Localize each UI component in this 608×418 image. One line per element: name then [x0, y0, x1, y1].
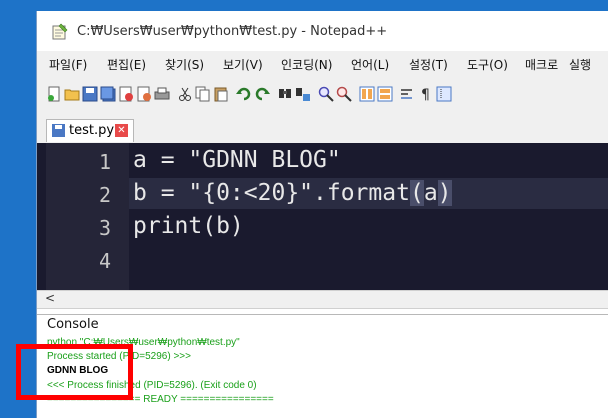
- line-number: 3: [98, 216, 111, 240]
- menu-file[interactable]: 파일(F): [49, 56, 87, 73]
- scroll-left-arrow[interactable]: <: [45, 291, 55, 305]
- menu-settings[interactable]: 설정(T): [409, 56, 448, 73]
- line-number: 2: [98, 183, 111, 207]
- menu-bar: 파일(F) 편집(E) 찾기(S) 보기(V) 인코딩(N) 언어(L) 설정(…: [37, 51, 608, 77]
- console-panel-header: Console: [37, 314, 608, 335]
- zoom-out-icon[interactable]: [336, 86, 352, 102]
- save-all-icon[interactable]: [100, 86, 116, 102]
- line-number-gutter: 1 2 3 4: [46, 143, 129, 290]
- highlight-box: [16, 344, 133, 400]
- new-file-icon[interactable]: [46, 86, 62, 102]
- find-icon[interactable]: [277, 86, 293, 102]
- line-number: 4: [98, 249, 111, 273]
- open-file-icon[interactable]: [64, 86, 80, 102]
- code-text: b = "{0:<20}".format: [133, 180, 410, 206]
- sync-v-icon[interactable]: [359, 86, 375, 102]
- menu-tools[interactable]: 도구(O): [467, 56, 508, 73]
- window-title: C:₩Users₩user₩python₩test.py - Notepad++: [77, 24, 388, 39]
- paste-icon[interactable]: [213, 86, 229, 102]
- line-number: 1: [98, 150, 111, 174]
- code-text: a: [423, 180, 438, 206]
- menu-search[interactable]: 찾기(S): [165, 56, 204, 73]
- zoom-in-icon[interactable]: [318, 86, 334, 102]
- close-icon[interactable]: [118, 86, 134, 102]
- code-line: print(b): [133, 213, 244, 239]
- close-all-icon[interactable]: [136, 86, 152, 102]
- replace-icon[interactable]: [295, 86, 311, 102]
- menu-run[interactable]: 실행: [569, 56, 591, 73]
- tab-test-py[interactable]: test.py ✕: [46, 119, 134, 142]
- save-icon[interactable]: [82, 86, 98, 102]
- code-line: a = "GDNN BLOG": [133, 147, 341, 173]
- code-editor[interactable]: 1 2 3 4 a = "GDNN BLOG" b = "{0:<20}".fo…: [37, 143, 608, 290]
- cut-icon[interactable]: [177, 86, 193, 102]
- menu-edit[interactable]: 편집(E): [107, 56, 146, 73]
- wrap-icon[interactable]: [400, 86, 416, 102]
- desktop-background-top: [0, 0, 608, 11]
- print-icon[interactable]: [154, 86, 170, 102]
- sync-h-icon[interactable]: [377, 86, 393, 102]
- horizontal-scrollbar[interactable]: <: [37, 290, 608, 309]
- show-all-icon[interactable]: ¶: [418, 86, 434, 102]
- menu-macro[interactable]: 매크로: [525, 56, 558, 73]
- tab-bar: test.py ✕: [37, 117, 608, 143]
- redo-icon[interactable]: [254, 86, 270, 102]
- notepadpp-app-icon: [52, 23, 68, 40]
- file-saved-icon: [52, 124, 65, 137]
- menu-encoding[interactable]: 인코딩(N): [281, 56, 332, 73]
- indent-guide-icon[interactable]: [436, 86, 452, 102]
- menu-view[interactable]: 보기(V): [223, 56, 263, 73]
- console-title: Console: [47, 317, 99, 332]
- code-line: b = "{0:<20}".format(a): [133, 180, 452, 206]
- undo-icon[interactable]: [236, 86, 252, 102]
- brace-match-close: ): [437, 180, 452, 206]
- tab-label: test.py: [69, 123, 115, 138]
- toolbar: ¶: [37, 77, 608, 118]
- title-bar[interactable]: C:₩Users₩user₩python₩test.py - Notepad++: [37, 11, 608, 51]
- copy-icon[interactable]: [195, 86, 211, 102]
- brace-match-open: (: [409, 180, 424, 206]
- tab-close-icon[interactable]: ✕: [115, 124, 128, 137]
- menu-language[interactable]: 언어(L): [351, 56, 389, 73]
- svg-text:¶: ¶: [421, 87, 430, 102]
